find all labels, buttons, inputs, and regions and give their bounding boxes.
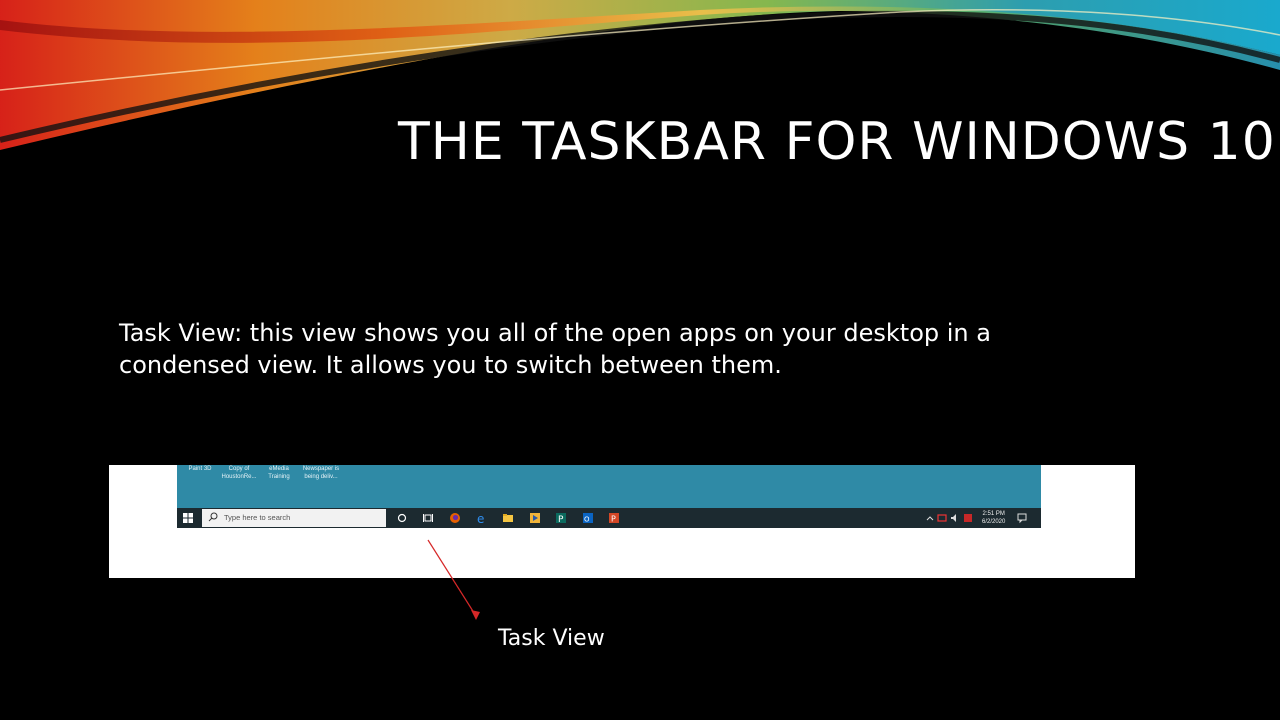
svg-text:P: P <box>558 515 564 524</box>
search-placeholder: Type here to search <box>224 513 291 522</box>
publisher-icon[interactable]: P <box>555 512 567 524</box>
svg-text:e: e <box>477 512 484 524</box>
firefox-icon[interactable] <box>449 512 461 524</box>
notification-icon[interactable] <box>1017 512 1027 524</box>
taskbar-screenshot: Paint 3D Copy of HoustonRe... eMedia Tra… <box>109 465 1135 578</box>
desktop-icon: Copy of HoustonRe... <box>219 465 259 481</box>
chevron-up-icon[interactable] <box>925 512 935 524</box>
desktop-icon: eMedia Training <box>263 465 295 481</box>
desktop-icon: Paint 3D <box>185 465 215 473</box>
taskbar-clock[interactable]: 2:51 PM 6/2/2020 <box>982 510 1005 526</box>
clock-time: 2:51 PM <box>982 511 1005 517</box>
windows-start-icon[interactable] <box>183 513 193 523</box>
desktop-icon-label: Copy of <box>228 466 250 472</box>
slide-title: THE TASKBAR FOR WINDOWS 10 <box>398 112 1276 172</box>
desktop-icon-label: HoustonRe... <box>221 474 257 480</box>
desktop-icon-label: Newspaper is <box>302 466 340 472</box>
svg-text:O: O <box>584 516 590 524</box>
desktop-icon-label: Paint 3D <box>188 466 212 472</box>
search-icon <box>208 512 218 522</box>
edge-icon[interactable]: e <box>476 512 488 524</box>
desktop-icon-label: eMedia <box>269 466 289 472</box>
file-explorer-icon[interactable] <box>502 512 514 524</box>
slide-body-text: Task View: this view shows you all of th… <box>119 319 991 379</box>
app-tray-icon[interactable] <box>937 512 947 524</box>
taskbar: Type here to search e P O P 2:51 PM 6/2/… <box>177 508 1041 528</box>
desktop-icon: Newspaper is being deliv... <box>299 465 343 481</box>
powerpoint-icon[interactable]: P <box>608 512 620 524</box>
security-tray-icon[interactable] <box>963 512 973 524</box>
media-player-icon[interactable] <box>529 512 541 524</box>
speaker-icon[interactable] <box>950 512 960 524</box>
desktop-icon-label: Training <box>268 474 290 480</box>
taskbar-search-box[interactable]: Type here to search <box>202 509 386 527</box>
task-view-icon[interactable] <box>422 512 434 524</box>
outlook-icon[interactable]: O <box>582 512 594 524</box>
clock-date: 6/2/2020 <box>982 519 1006 525</box>
cortana-circle-icon[interactable] <box>396 512 408 524</box>
svg-text:P: P <box>611 515 616 524</box>
desktop-area: Paint 3D Copy of HoustonRe... eMedia Tra… <box>177 465 1041 508</box>
task-view-callout-label: Task View <box>498 626 605 651</box>
desktop-icon-label: being deliv... <box>304 474 338 480</box>
